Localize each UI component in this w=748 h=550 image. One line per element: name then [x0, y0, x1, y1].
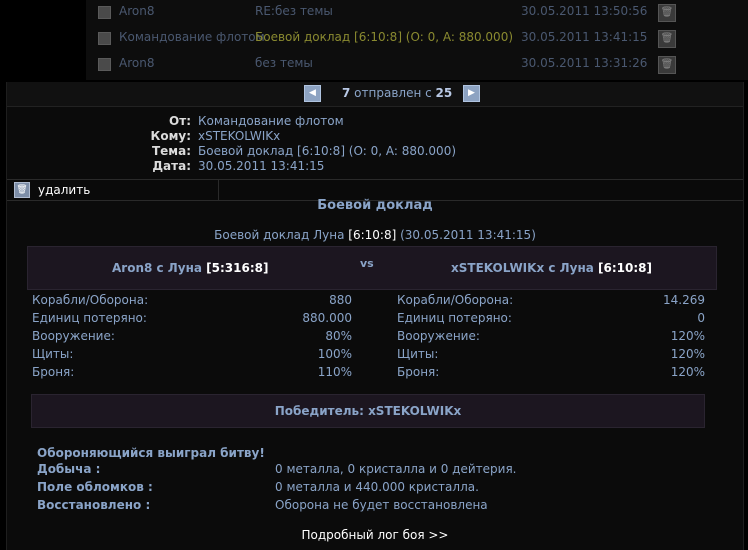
- defender-stat-label: Броня:: [397, 365, 440, 379]
- list-item[interactable]: Aron8 без темы 30.05.2011 13:31:26 🗑: [86, 52, 748, 78]
- attacker-stat-label: Корабли/Оборона:: [32, 293, 149, 307]
- from-value: Командование флотом: [198, 114, 344, 128]
- attacker-stat-label: Вооружение:: [32, 329, 115, 343]
- battle-outcome: Обороняющийся выиграл битву!: [37, 446, 265, 460]
- divider: [218, 180, 219, 200]
- trash-icon[interactable]: 🗑: [658, 4, 676, 22]
- row-from[interactable]: Aron8: [119, 56, 154, 70]
- row-from[interactable]: Aron8: [119, 4, 154, 18]
- vs-label: vs: [360, 257, 374, 270]
- trash-icon[interactable]: 🗑: [658, 30, 676, 48]
- attacker-stat-value: 110%: [317, 365, 352, 379]
- pager-text: 7 отправлен с 25: [342, 86, 453, 100]
- message-view: ◀ 7 отправлен с 25 ▶ От: Командование фл…: [6, 82, 744, 550]
- defender-stat-label: Вооружение:: [397, 329, 480, 343]
- attacker-stat-value: 880.000: [302, 311, 352, 325]
- to-label: Кому:: [150, 129, 191, 143]
- row-subject[interactable]: без темы: [255, 56, 313, 70]
- attacker-stat-value: 100%: [317, 347, 352, 361]
- detailed-log-link[interactable]: Подробный лог боя >>: [7, 528, 743, 542]
- defender-stat-value: 14.269: [663, 293, 705, 307]
- date-value: 30.05.2011 13:41:15: [198, 159, 325, 173]
- row-checkbox[interactable]: [98, 32, 111, 45]
- row-checkbox[interactable]: [98, 58, 111, 71]
- defender-stat-label: Корабли/Оборона:: [397, 293, 514, 307]
- to-value: xSTEKOLWIKx: [198, 129, 281, 143]
- attacker-stat-label: Щиты:: [32, 347, 74, 361]
- subject-value: Боевой доклад [6:10:8] (O: 0, A: 880.000…: [198, 144, 457, 158]
- prev-page-button[interactable]: ◀: [304, 85, 321, 102]
- row-date: 30.05.2011 13:41:15: [521, 30, 648, 44]
- report-title: Боевой доклад: [317, 198, 433, 213]
- row-checkbox[interactable]: [98, 6, 111, 19]
- defender-stat-value: 120%: [670, 329, 705, 343]
- row-date: 30.05.2011 13:50:56: [521, 4, 648, 18]
- attacker-stat-label: Единиц потеряно:: [32, 311, 147, 325]
- defender-name: xSTEKOLWIKx с Луна [6:10:8]: [451, 261, 652, 275]
- defender-stat-value: 0: [697, 311, 705, 325]
- trash-icon[interactable]: 🗑: [658, 56, 676, 74]
- attacker-stat-label: Броня:: [32, 365, 75, 379]
- attacker-stat-value: 880: [329, 293, 352, 307]
- debris-label: Поле обломков :: [37, 480, 153, 494]
- winner-box: Победитель: xSTEKOLWIKx: [31, 394, 705, 428]
- attacker-name: Aron8 с Луна [5:316:8]: [112, 261, 269, 275]
- debris-value: 0 металла и 440.000 кристалла.: [275, 480, 479, 494]
- loot-label: Добыча :: [37, 462, 101, 476]
- row-from[interactable]: Командование флотом: [119, 30, 265, 44]
- attacker-stat-value: 80%: [325, 329, 352, 343]
- message-list: Aron8 RE:без темы 30.05.2011 13:50:56 🗑 …: [86, 0, 748, 80]
- defender-stat-label: Единиц потеряно:: [397, 311, 512, 325]
- loot-value: 0 металла, 0 кристалла и 0 дейтерия.: [275, 462, 517, 476]
- defender-stat-label: Щиты:: [397, 347, 439, 361]
- delete-button[interactable]: удалить: [38, 183, 90, 197]
- next-page-button[interactable]: ▶: [463, 85, 480, 102]
- defender-stat-value: 120%: [670, 347, 705, 361]
- list-item[interactable]: Командование флотом Боевой доклад [6:10:…: [86, 26, 748, 52]
- row-date: 30.05.2011 13:31:26: [521, 56, 648, 70]
- message-header: От: Командование флотом Кому: xSTEKOLWIK…: [7, 108, 743, 180]
- defender-stat-value: 120%: [670, 365, 705, 379]
- combatants-box: Aron8 с Луна [5:316:8] vs xSTEKOLWIKx с …: [27, 246, 717, 290]
- date-label: Дата:: [152, 159, 191, 173]
- delete-icon[interactable]: 🗑: [14, 182, 30, 198]
- restored-label: Восстановлено :: [37, 498, 151, 512]
- list-item[interactable]: Aron8 RE:без темы 30.05.2011 13:50:56 🗑: [86, 0, 748, 26]
- report-subtitle: Боевой доклад Луна [6:10:8] (30.05.2011 …: [214, 228, 536, 242]
- restored-value: Оборона не будет восстановлена: [275, 498, 488, 512]
- from-label: От:: [169, 114, 191, 128]
- subject-label: Тема:: [151, 144, 191, 158]
- pager: ◀ 7 отправлен с 25 ▶: [7, 82, 743, 107]
- row-subject[interactable]: Боевой доклад [6:10:8] (O: 0, A: 880.000…: [255, 30, 513, 44]
- row-subject[interactable]: RE:без темы: [255, 4, 333, 18]
